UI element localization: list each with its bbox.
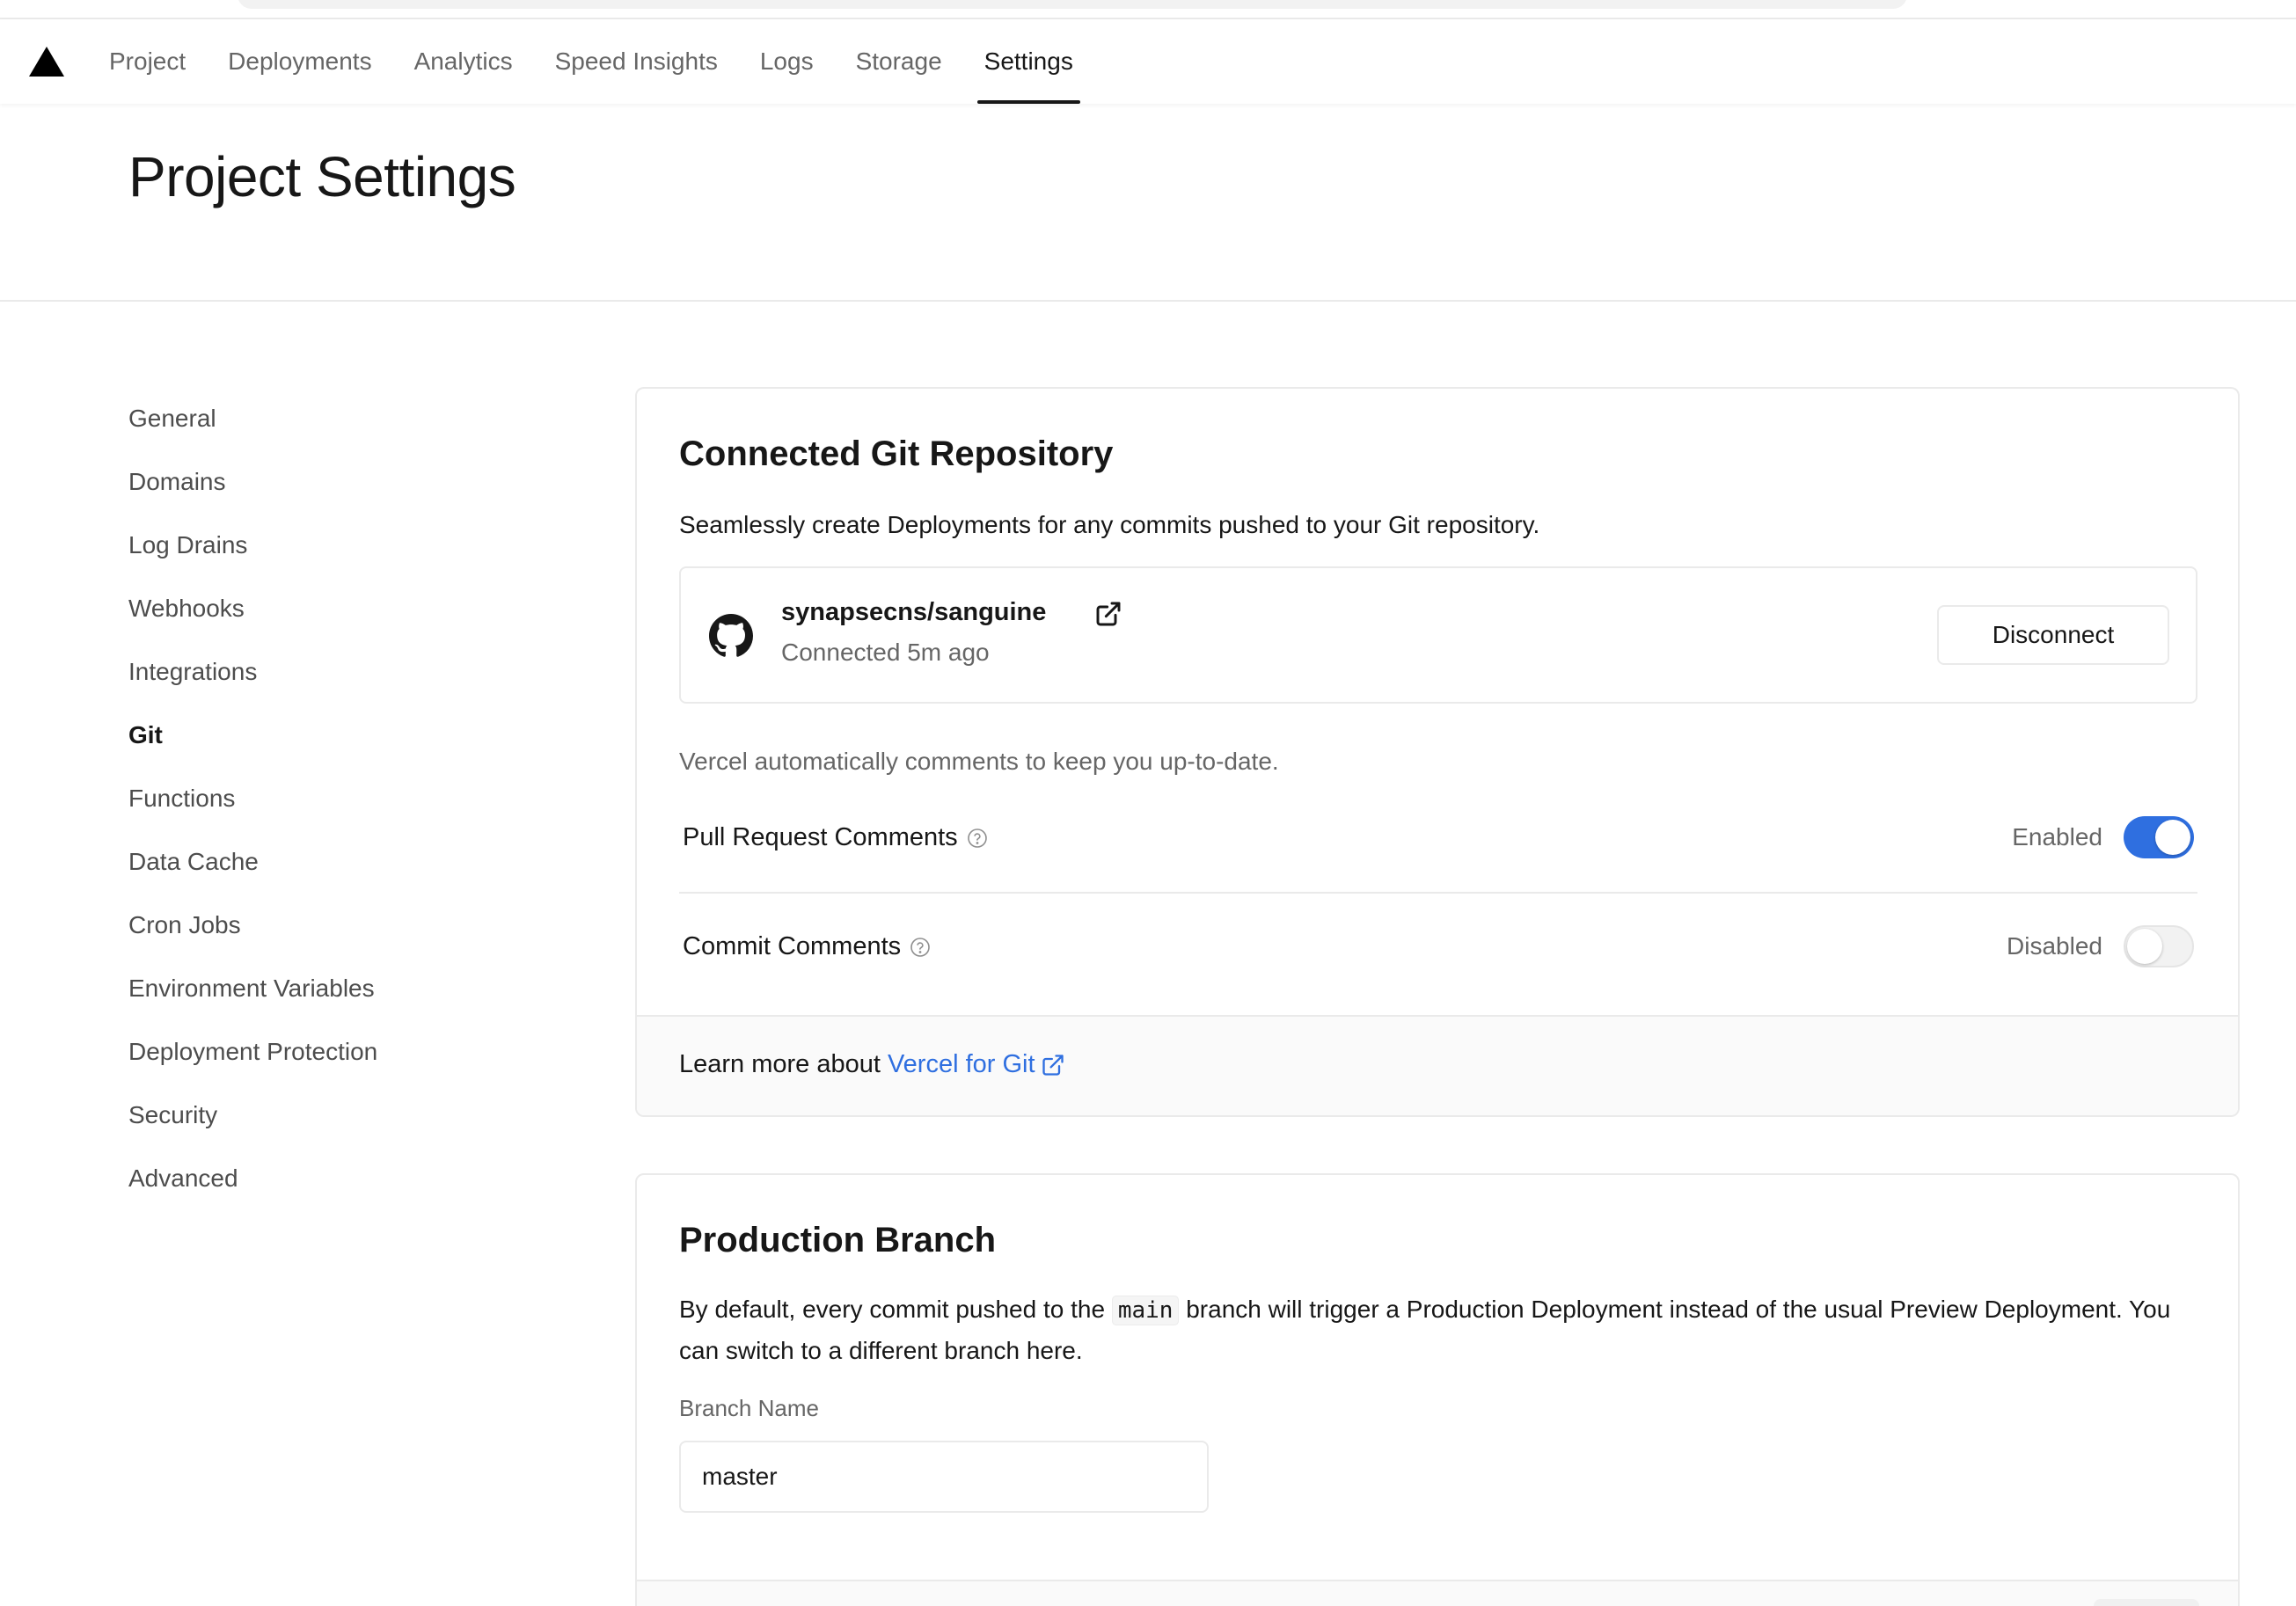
setting-label-text: Pull Request Comments bbox=[683, 823, 958, 851]
pull-request-comments-label: Pull Request Comments bbox=[683, 823, 988, 852]
card-title: Production Branch bbox=[679, 1221, 997, 1259]
tab-deployments[interactable]: Deployments bbox=[207, 19, 392, 104]
learn-more-text: Learn more about Vercel for Git bbox=[679, 1050, 1065, 1079]
card-description: By default, every commit pushed to the m… bbox=[679, 1289, 2210, 1370]
tab-project[interactable]: Project bbox=[88, 19, 207, 104]
top-nav: Project Deployments Analytics Speed Insi… bbox=[0, 19, 2296, 104]
toggle-knob bbox=[2127, 929, 2162, 964]
connected-git-repository-card: Connected Git Repository Seamlessly crea… bbox=[635, 387, 2240, 1117]
github-icon bbox=[709, 614, 753, 657]
sidebar-item-environment-variables[interactable]: Environment Variables bbox=[128, 957, 568, 1020]
nav-tabs: Project Deployments Analytics Speed Insi… bbox=[88, 19, 1094, 104]
sidebar-item-security[interactable]: Security bbox=[128, 1084, 568, 1147]
tab-analytics[interactable]: Analytics bbox=[393, 19, 534, 104]
external-link-icon[interactable] bbox=[1094, 600, 1122, 628]
tab-logs[interactable]: Logs bbox=[739, 19, 835, 104]
description-part-1: By default, every commit pushed to the bbox=[679, 1296, 1106, 1323]
pull-request-comments-row: Pull Request Comments Enabled bbox=[679, 785, 2197, 894]
address-bar-edge bbox=[238, 0, 1907, 9]
main-branch-code: main bbox=[1111, 1296, 1180, 1325]
external-link-icon[interactable] bbox=[1041, 1053, 1065, 1077]
vercel-for-git-link[interactable]: Vercel for Git bbox=[888, 1050, 1035, 1079]
learn-more-prefix: Learn more about bbox=[679, 1050, 881, 1078]
page-root: Project Deployments Analytics Speed Insi… bbox=[0, 0, 2296, 1606]
setting-label-text: Commit Comments bbox=[683, 932, 902, 960]
tab-speed-insights[interactable]: Speed Insights bbox=[534, 19, 739, 104]
pull-request-comments-status: Enabled bbox=[2012, 823, 2102, 850]
pull-request-comments-toggle[interactable] bbox=[2124, 816, 2194, 858]
page-title: Project Settings bbox=[128, 145, 516, 208]
sidebar-item-webhooks[interactable]: Webhooks bbox=[128, 577, 568, 640]
toggle-knob bbox=[2155, 820, 2190, 855]
help-circle-icon[interactable] bbox=[910, 937, 931, 958]
commit-comments-label: Commit Comments bbox=[683, 932, 931, 961]
tab-settings[interactable]: Settings bbox=[963, 19, 1094, 104]
commit-comments-toggle[interactable] bbox=[2124, 925, 2194, 967]
production-branch-card: Production Branch By default, every comm… bbox=[635, 1173, 2240, 1606]
card-title: Connected Git Repository bbox=[679, 434, 1114, 473]
tab-storage[interactable]: Storage bbox=[835, 19, 963, 104]
sidebar-item-git[interactable]: Git bbox=[128, 704, 568, 767]
sidebar-item-deployment-protection[interactable]: Deployment Protection bbox=[128, 1020, 568, 1084]
header-divider bbox=[0, 300, 2296, 302]
card-footer: Learn more about Vercel for Git bbox=[637, 1015, 2238, 1115]
sidebar-item-cron-jobs[interactable]: Cron Jobs bbox=[128, 894, 568, 957]
sidebar-item-advanced[interactable]: Advanced bbox=[128, 1147, 568, 1210]
commit-comments-status: Disabled bbox=[2007, 932, 2102, 960]
sidebar-item-domains[interactable]: Domains bbox=[128, 450, 568, 514]
disconnect-button[interactable]: Disconnect bbox=[1937, 605, 2169, 665]
repository-name-link[interactable]: synapsecns/sanguine bbox=[781, 598, 1046, 627]
branch-name-input[interactable] bbox=[679, 1441, 1209, 1513]
comments-intro-text: Vercel automatically comments to keep yo… bbox=[679, 748, 1279, 775]
browser-top-strip bbox=[0, 0, 2296, 19]
sidebar-item-log-drains[interactable]: Log Drains bbox=[128, 514, 568, 577]
branch-name-label: Branch Name bbox=[679, 1395, 819, 1421]
help-circle-icon[interactable] bbox=[967, 828, 988, 849]
repository-connected-status: Connected 5m ago bbox=[781, 639, 990, 666]
sidebar-item-general[interactable]: General bbox=[128, 387, 568, 450]
save-button[interactable] bbox=[2094, 1599, 2199, 1606]
commit-comments-row: Commit Comments Disabled bbox=[679, 894, 2197, 1003]
repository-row: synapsecns/sanguine Connected 5m ago Dis… bbox=[679, 566, 2197, 704]
vercel-logo-icon[interactable] bbox=[28, 46, 65, 77]
sidebar-item-data-cache[interactable]: Data Cache bbox=[128, 830, 568, 894]
sidebar-item-functions[interactable]: Functions bbox=[128, 767, 568, 830]
card-description: Seamlessly create Deployments for any co… bbox=[679, 511, 1540, 538]
sidebar-item-integrations[interactable]: Integrations bbox=[128, 640, 568, 704]
settings-sidebar: General Domains Log Drains Webhooks Inte… bbox=[128, 387, 568, 1210]
card-footer bbox=[637, 1580, 2238, 1606]
